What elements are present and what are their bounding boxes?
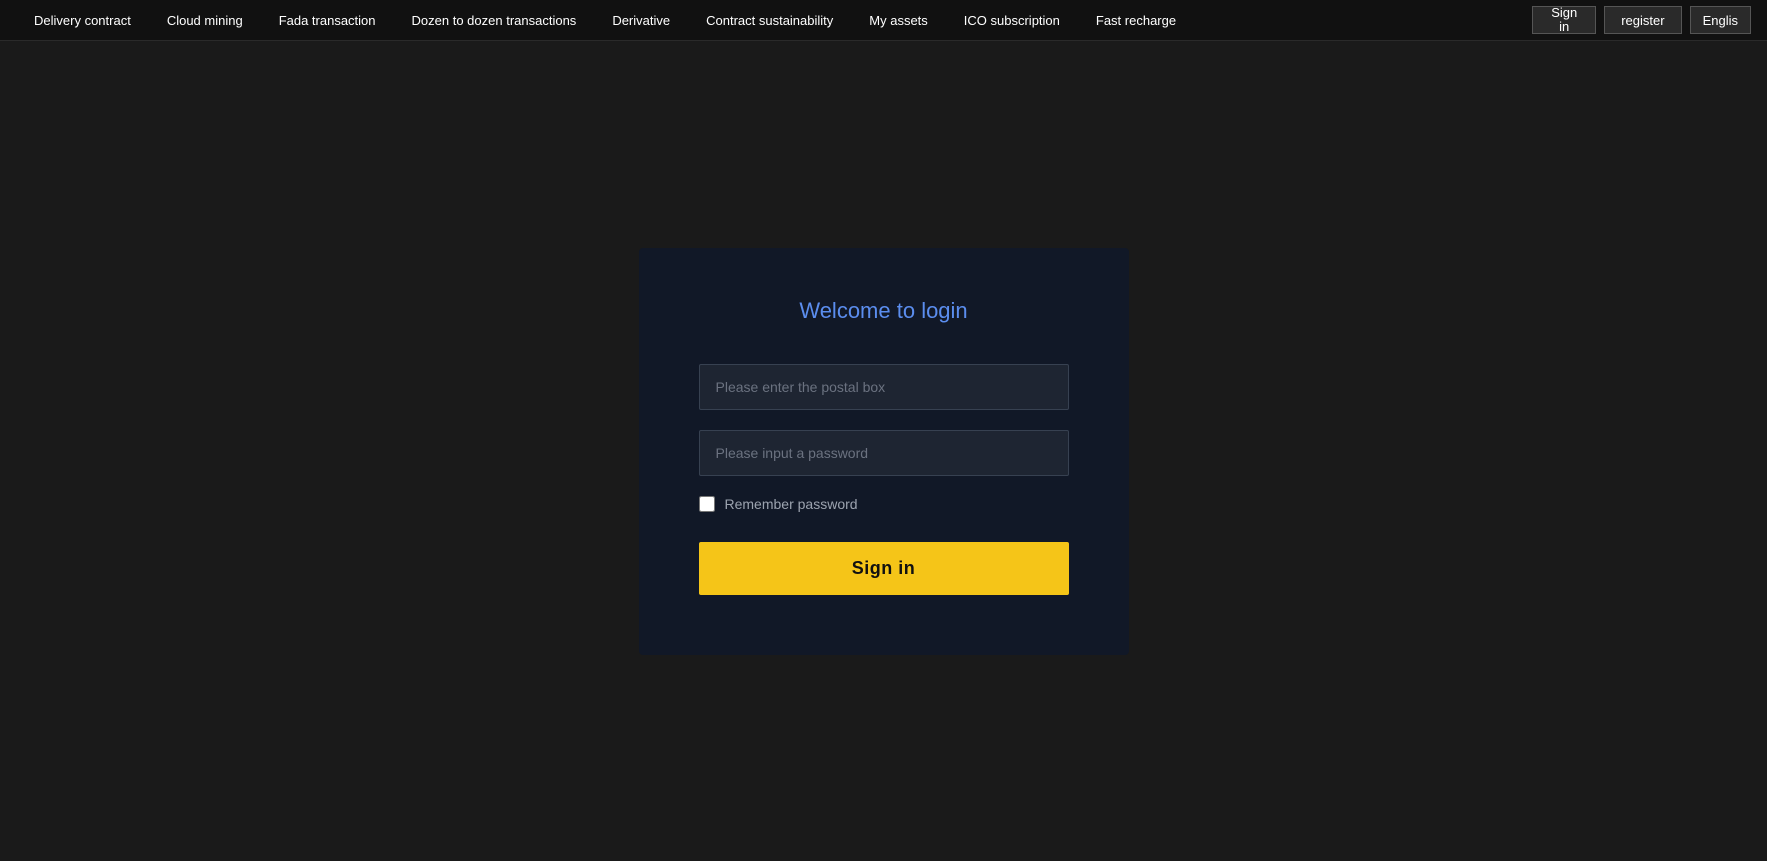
nav-item-derivative[interactable]: Derivative [594,0,688,41]
email-form-group [699,364,1069,410]
remember-row: Remember password [699,496,1069,512]
email-input[interactable] [699,364,1069,410]
nav-item-contract-sustainability[interactable]: Contract sustainability [688,0,851,41]
login-button[interactable]: Sign in [699,542,1069,595]
nav-item-delivery-contract[interactable]: Delivery contract [16,0,149,41]
nav-item-my-assets[interactable]: My assets [851,0,946,41]
nav-actions: Sign in register Englis [1532,6,1751,34]
password-input[interactable] [699,430,1069,476]
register-button[interactable]: register [1604,6,1681,34]
sign-text: Sign [1551,6,1577,20]
password-form-group [699,430,1069,476]
sign-in-button[interactable]: Sign in [1532,6,1596,34]
login-card: Welcome to login Remember password Sign … [639,248,1129,655]
navbar: Delivery contract Cloud mining Fada tran… [0,0,1767,41]
in-text: in [1559,20,1569,34]
nav-links: Delivery contract Cloud mining Fada tran… [16,0,1532,41]
nav-item-cloud-mining[interactable]: Cloud mining [149,0,261,41]
language-button[interactable]: Englis [1690,6,1751,34]
nav-item-fast-recharge[interactable]: Fast recharge [1078,0,1194,41]
nav-item-dozen-to-dozen[interactable]: Dozen to dozen transactions [394,0,595,41]
main-content: Welcome to login Remember password Sign … [0,41,1767,861]
nav-item-fada-transaction[interactable]: Fada transaction [261,0,394,41]
login-title: Welcome to login [799,298,967,324]
remember-checkbox[interactable] [699,496,715,512]
remember-label[interactable]: Remember password [725,496,858,512]
nav-item-ico-subscription[interactable]: ICO subscription [946,0,1078,41]
